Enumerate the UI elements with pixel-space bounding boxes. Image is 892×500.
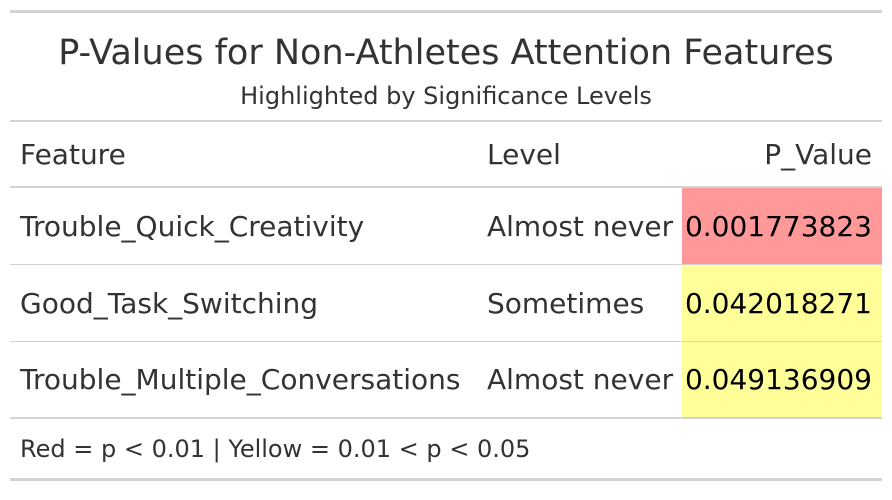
table-row: Trouble_Quick_Creativity Almost never 0.…	[10, 188, 882, 265]
table-title: P-Values for Non-Athletes Attention Feat…	[58, 33, 834, 73]
table-footnote: Red = p < 0.01 | Yellow = 0.01 < p < 0.0…	[10, 419, 882, 481]
p-value-cell: 0.001773823	[682, 188, 882, 264]
table-subtitle: Highlighted by Significance Levels	[240, 82, 652, 110]
level-cell: Almost never	[487, 363, 674, 396]
p-value-cell: 0.042018271	[682, 265, 882, 341]
level-cell: Almost never	[487, 209, 674, 243]
table-heading: P-Values for Non-Athletes Attention Feat…	[10, 13, 882, 122]
column-header-p-value: P_Value	[764, 137, 872, 171]
feature-cell: Trouble_Multiple_Conversations	[20, 363, 461, 396]
table-row: Good_Task_Switching Sometimes 0.04201827…	[10, 265, 882, 342]
level-cell: Sometimes	[487, 286, 645, 320]
pvalue-table: P-Values for Non-Athletes Attention Feat…	[10, 10, 882, 481]
column-header-level: Level	[487, 137, 561, 171]
column-header-row: Feature Level P_Value	[10, 122, 882, 188]
table-row: Trouble_Multiple_Conversations Almost ne…	[10, 342, 882, 419]
feature-cell: Good_Task_Switching	[20, 286, 319, 320]
column-header-feature: Feature	[20, 137, 126, 171]
feature-cell: Trouble_Quick_Creativity	[20, 209, 365, 243]
p-value-cell: 0.049136909	[682, 342, 882, 417]
